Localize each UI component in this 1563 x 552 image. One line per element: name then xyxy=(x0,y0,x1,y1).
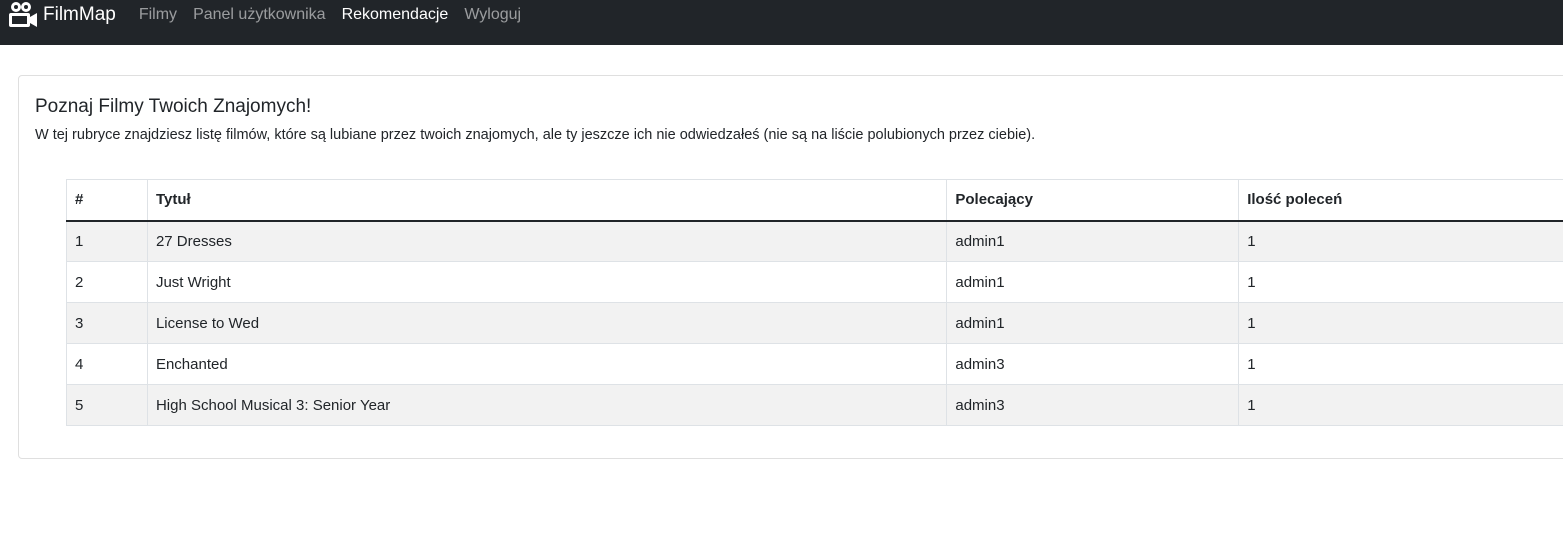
cell-recommender: admin1 xyxy=(946,302,1240,344)
cell-number: 3 xyxy=(66,302,148,344)
table-row: 4 Enchanted admin3 1 xyxy=(66,343,1563,385)
cell-title: Enchanted xyxy=(146,343,948,385)
nav-link-wyloguj[interactable]: Wyloguj xyxy=(464,6,521,24)
nav-link-filmy[interactable]: Filmy xyxy=(139,6,177,24)
nav-link-panel[interactable]: Panel użytkownika xyxy=(193,6,326,24)
cell-title: High School Musical 3: Senior Year xyxy=(146,384,948,426)
recommendations-table-wrapper: # Tytuł Polecający Ilość poleceń 1 27 Dr… xyxy=(66,179,1563,426)
header-recommendation-count: Ilość poleceń xyxy=(1238,179,1563,222)
cell-number: 2 xyxy=(66,261,148,303)
cell-recommender: admin3 xyxy=(946,343,1240,385)
table-row: 3 License to Wed admin1 1 xyxy=(66,302,1563,344)
video-camera-icon xyxy=(8,0,38,30)
cell-recommender: admin1 xyxy=(946,261,1240,303)
cell-title: License to Wed xyxy=(146,302,948,344)
header-number: # xyxy=(66,179,148,222)
brand-link[interactable]: FilmMap xyxy=(8,0,116,30)
cell-number: 1 xyxy=(66,220,148,262)
table-row: 5 High School Musical 3: Senior Year adm… xyxy=(66,384,1563,426)
table-row: 2 Just Wright admin1 1 xyxy=(66,261,1563,303)
cell-count: 1 xyxy=(1238,302,1563,344)
brand-name: FilmMap xyxy=(43,4,116,25)
card-title: Poznaj Filmy Twoich Znajomych! xyxy=(35,96,312,117)
nav-link-rekomendacje[interactable]: Rekomendacje xyxy=(342,6,449,24)
cell-count: 1 xyxy=(1238,261,1563,303)
cell-title: Just Wright xyxy=(146,261,948,303)
cell-recommender: admin1 xyxy=(946,220,1240,262)
navbar: FilmMap Filmy Panel użytkownika Rekomend… xyxy=(0,0,1563,45)
table-header-row: # Tytuł Polecający Ilość poleceń xyxy=(66,179,1563,222)
recommendations-card: Poznaj Filmy Twoich Znajomych! W tej rub… xyxy=(18,75,1563,459)
header-recommender: Polecający xyxy=(946,179,1240,222)
card-description: W tej rubryce znajdziesz listę filmów, k… xyxy=(35,127,1036,143)
cell-count: 1 xyxy=(1238,384,1563,426)
recommendations-table: # Tytuł Polecający Ilość poleceń 1 27 Dr… xyxy=(66,179,1563,426)
cell-number: 4 xyxy=(66,343,148,385)
table-row: 1 27 Dresses admin1 1 xyxy=(66,220,1563,262)
cell-count: 1 xyxy=(1238,220,1563,262)
cell-number: 5 xyxy=(66,384,148,426)
cell-title: 27 Dresses xyxy=(146,220,948,262)
cell-count: 1 xyxy=(1238,343,1563,385)
cell-recommender: admin3 xyxy=(946,384,1240,426)
nav-links: Filmy Panel użytkownika Rekomendacje Wyl… xyxy=(131,0,529,30)
header-title: Tytuł xyxy=(146,179,948,222)
